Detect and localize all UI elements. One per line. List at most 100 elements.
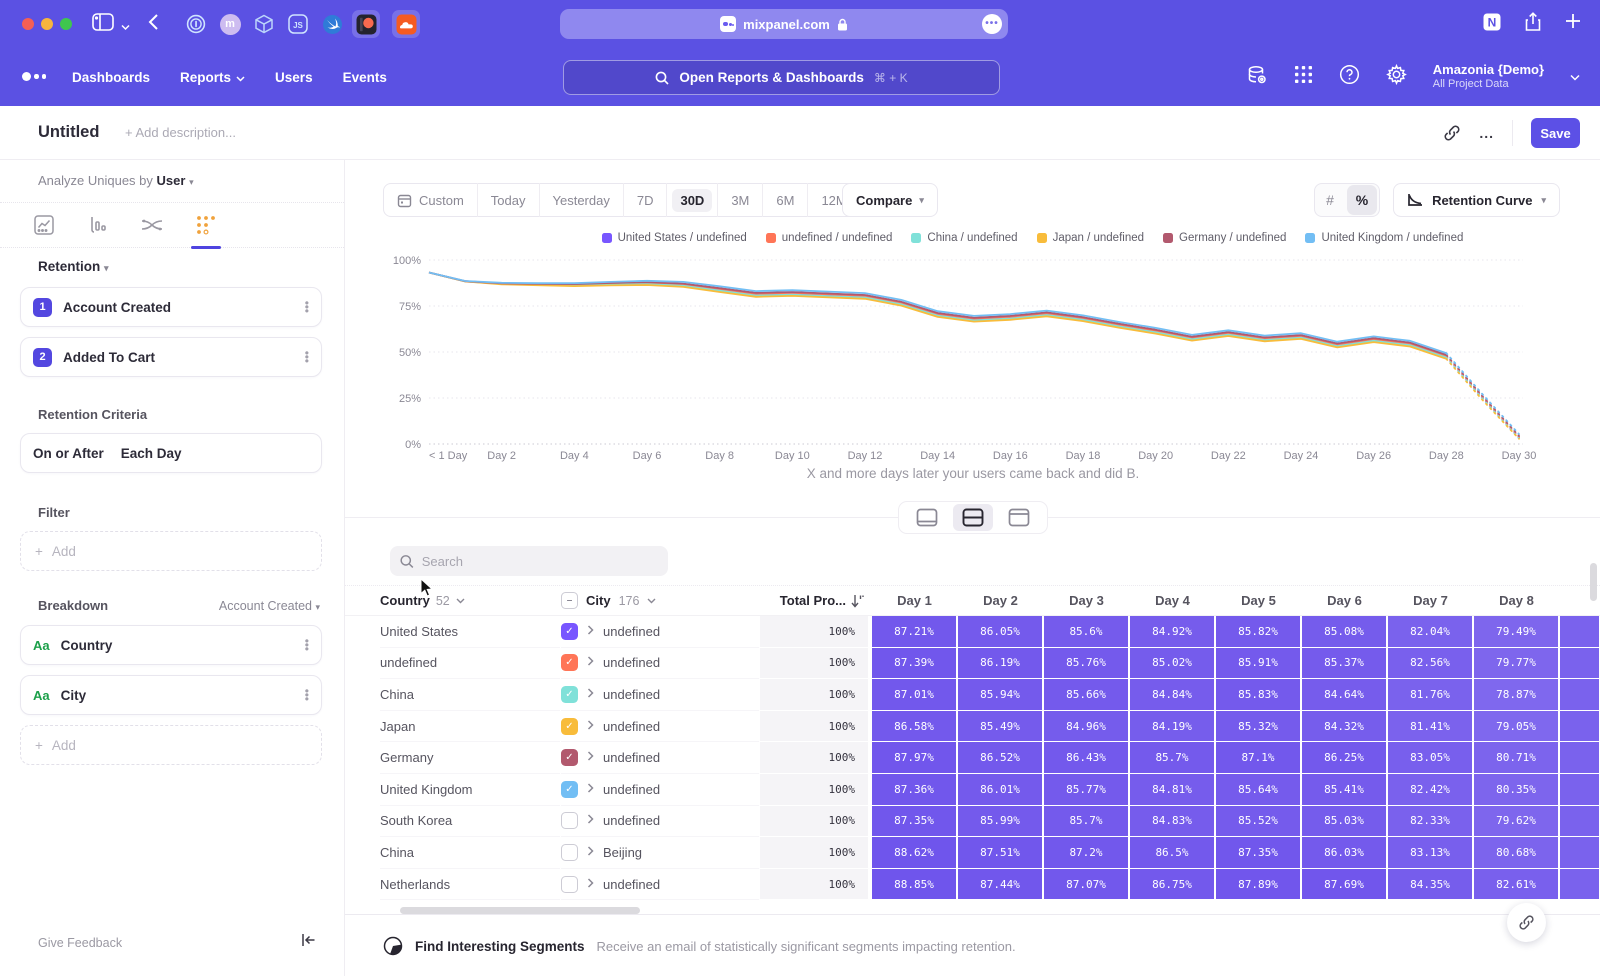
range-6m[interactable]: 6M <box>763 183 808 217</box>
settings-gear-icon[interactable] <box>1386 64 1407 90</box>
table-search[interactable] <box>390 546 668 576</box>
chart-only-view-icon[interactable] <box>907 504 947 531</box>
pinned-tab-javascript-icon[interactable]: JS <box>284 10 312 38</box>
select-all-checkbox[interactable]: – <box>561 592 578 609</box>
legend-item[interactable]: United Kingdom / undefined <box>1305 232 1463 244</box>
pinned-tab-onepassword-icon[interactable] <box>182 10 210 38</box>
share-link-fab[interactable] <box>1507 903 1546 942</box>
city-column-header[interactable]: – City 176 <box>561 586 656 615</box>
nav-item-reports[interactable]: Reports <box>180 70 245 85</box>
criteria-value[interactable]: Each Day <box>121 446 182 461</box>
vertical-scrollbar[interactable] <box>1590 563 1597 601</box>
legend-item[interactable]: China / undefined <box>911 232 1017 244</box>
absolute-numbers-toggle[interactable]: # <box>1315 183 1345 217</box>
save-button[interactable]: Save <box>1531 118 1580 148</box>
row-checkbox-checked[interactable]: ✓ <box>561 686 578 703</box>
back-icon[interactable] <box>148 13 159 36</box>
row-checkbox-checked[interactable]: ✓ <box>561 718 578 735</box>
copy-link-icon[interactable] <box>1443 124 1461 142</box>
expand-chevron-icon[interactable] <box>587 846 594 859</box>
add-description-button[interactable]: + Add description... <box>125 125 236 140</box>
row-checkbox-checked[interactable]: ✓ <box>561 654 578 671</box>
new-tab-icon[interactable] <box>1564 12 1582 37</box>
row-checkbox-checked[interactable]: ✓ <box>561 623 578 640</box>
report-title[interactable]: Untitled <box>38 123 99 142</box>
row-checkbox[interactable] <box>561 812 578 829</box>
tab-flows[interactable] <box>136 208 168 242</box>
range-yesterday[interactable]: Yesterday <box>540 183 624 217</box>
breakdown-property-name[interactable]: City <box>61 688 87 703</box>
sidebar-toggle-icon[interactable] <box>92 12 114 37</box>
pinned-tab-profile-icon[interactable]: m <box>216 10 244 38</box>
range-today[interactable]: Today <box>478 183 540 217</box>
apps-grid-icon[interactable] <box>1294 65 1313 89</box>
window-close-button[interactable] <box>22 18 34 30</box>
tab-retention[interactable] <box>190 208 222 242</box>
range-7d[interactable]: 7D <box>624 183 668 217</box>
step-event-name[interactable]: Account Created <box>63 300 171 315</box>
expand-chevron-icon[interactable] <box>587 751 594 764</box>
pinned-tab-swift-icon[interactable] <box>318 10 346 38</box>
compare-button[interactable]: Compare ▾ <box>842 183 938 217</box>
expand-chevron-icon[interactable] <box>587 783 594 796</box>
segments-title[interactable]: Find Interesting Segments <box>415 939 585 954</box>
nav-item-dashboards[interactable]: Dashboards <box>72 70 150 85</box>
retention-step-1[interactable]: 1 Account Created ••• <box>20 287 322 327</box>
window-zoom-button[interactable] <box>60 18 72 30</box>
project-chevron-down-icon[interactable] <box>1570 74 1580 81</box>
expand-chevron-icon[interactable] <box>587 814 594 827</box>
expand-chevron-icon[interactable] <box>587 720 594 733</box>
pinned-tab-patreon-icon[interactable] <box>352 10 380 38</box>
table-search-input[interactable] <box>422 554 658 569</box>
range-custom[interactable]: Custom <box>384 183 478 217</box>
breakdown-event-dropdown[interactable]: Account Created ▾ <box>219 599 320 613</box>
window-minimize-button[interactable] <box>41 18 53 30</box>
tab-insights[interactable] <box>28 208 60 242</box>
retention-step-2[interactable]: 2 Added To Cart ••• <box>20 337 322 377</box>
breakdown-city[interactable]: Aa City ••• <box>20 675 322 715</box>
analyze-value-dropdown[interactable]: User <box>157 173 186 188</box>
url-bar[interactable]: mixpanel.com ••• <box>560 9 1008 39</box>
retention-criteria-card[interactable]: On or After Each Day <box>20 433 322 473</box>
legend-item[interactable]: Germany / undefined <box>1163 232 1286 244</box>
kebab-menu-icon[interactable]: ••• <box>305 351 309 363</box>
kebab-menu-icon[interactable]: ••• <box>305 301 309 313</box>
split-view-icon[interactable] <box>953 504 993 531</box>
table-only-view-icon[interactable] <box>999 504 1039 531</box>
legend-item[interactable]: undefined / undefined <box>766 232 893 244</box>
row-checkbox[interactable] <box>561 876 578 893</box>
criteria-condition[interactable]: On or After <box>33 446 104 461</box>
range-3m[interactable]: 3M <box>718 183 763 217</box>
project-switcher[interactable]: Amazonia {Demo} All Project Data <box>1433 62 1544 92</box>
chart-type-dropdown[interactable]: Retention Curve ▾ <box>1393 183 1560 217</box>
expand-chevron-icon[interactable] <box>587 688 594 701</box>
kebab-menu-icon[interactable]: ••• <box>305 639 309 651</box>
percent-toggle[interactable]: % <box>1347 185 1377 215</box>
nav-item-events[interactable]: Events <box>343 70 387 85</box>
horizontal-scrollbar[interactable] <box>400 907 640 914</box>
legend-item[interactable]: United States / undefined <box>602 232 747 244</box>
add-filter-button[interactable]: + Add <box>20 531 322 571</box>
notion-extension-icon[interactable]: N <box>1482 12 1502 37</box>
step-event-name[interactable]: Added To Cart <box>63 350 155 365</box>
kebab-menu-icon[interactable]: ••• <box>305 689 309 701</box>
url-more-icon[interactable]: ••• <box>982 14 1002 34</box>
nav-item-users[interactable]: Users <box>275 70 313 85</box>
row-checkbox-checked[interactable]: ✓ <box>561 749 578 766</box>
chrome-chevron-down-icon[interactable] <box>121 18 130 36</box>
add-breakdown-button[interactable]: + Add <box>20 725 322 765</box>
pinned-tab-cube-icon[interactable] <box>250 10 278 38</box>
expand-chevron-icon[interactable] <box>587 878 594 891</box>
pinned-tab-soundcloud-icon[interactable] <box>392 10 420 38</box>
tab-funnels[interactable] <box>82 208 114 242</box>
global-search[interactable]: Open Reports & Dashboards ⌘ + K <box>563 60 1000 95</box>
range-30d[interactable]: 30D <box>667 183 718 217</box>
expand-chevron-icon[interactable] <box>587 656 594 669</box>
retention-section-header[interactable]: Retention ▾ <box>38 259 109 274</box>
breakdown-property-name[interactable]: Country <box>61 638 113 653</box>
give-feedback-link[interactable]: Give Feedback <box>38 936 122 950</box>
expand-chevron-icon[interactable] <box>587 625 594 638</box>
analyze-uniques-row[interactable]: Analyze Uniques by User ▾ <box>38 173 194 188</box>
legend-item[interactable]: Japan / undefined <box>1037 232 1144 244</box>
collapse-sidebar-icon[interactable] <box>301 933 316 952</box>
